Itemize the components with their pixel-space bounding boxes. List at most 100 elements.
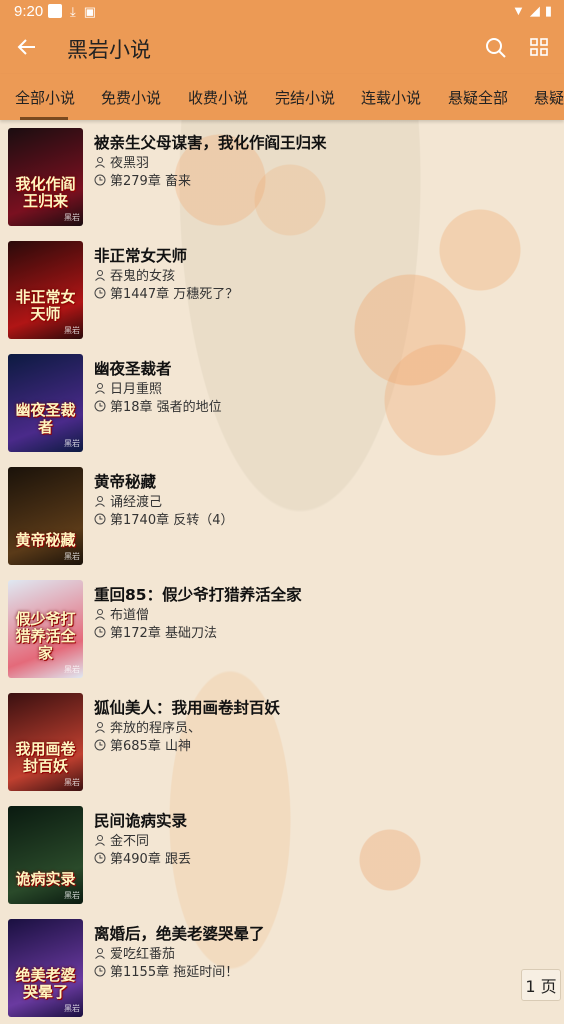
author-row: 金不同	[94, 830, 149, 849]
book-title: 非正常女天师	[94, 247, 188, 265]
author-row: 吞鬼的女孩	[94, 265, 175, 284]
tab-serializing[interactable]: 连载小说	[361, 87, 421, 108]
publisher-logo: 黑岩	[64, 326, 80, 335]
book-author: 金不同	[110, 834, 150, 849]
search-icon	[486, 38, 506, 58]
book-title: 重回85：假少爷打猎养活全家	[94, 586, 302, 604]
app-bar: 黑岩小说	[0, 24, 564, 74]
person-icon	[95, 947, 105, 959]
publisher-logo: 黑岩	[64, 213, 80, 222]
tab-mystery-completed[interactable]: 悬疑完	[534, 87, 564, 108]
person-icon	[95, 608, 105, 620]
person-icon	[95, 834, 105, 846]
clock-icon	[94, 852, 106, 863]
book-title: 民间诡病实录	[94, 812, 188, 830]
signal-icon: ◢	[529, 3, 540, 18]
tab-mystery-all[interactable]: 悬疑全部	[448, 87, 508, 108]
clock-icon	[94, 965, 106, 976]
chapter-row: 第1155章 拖延时间！	[94, 961, 238, 980]
publisher-logo: 黑岩	[64, 778, 80, 787]
chapter-row: 第18章 强者的地位	[94, 396, 222, 415]
book-title: 幽夜圣裁者	[94, 360, 172, 378]
book-cover: 绝美老婆哭晕了 黑岩	[8, 919, 83, 1017]
latest-chapter: 第1155章 拖延时间！	[110, 965, 239, 980]
book-author: 夜黑羽	[110, 156, 150, 171]
author-row: 诵经渡己	[94, 491, 162, 510]
book-title: 黄帝秘藏	[94, 473, 157, 491]
book-cover: 幽夜圣裁者 黑岩	[8, 354, 83, 452]
book-cover: 诡病实录 黑岩	[8, 806, 83, 904]
book-title: 狐仙美人：我用画卷封百妖	[94, 699, 281, 717]
download-icon: ⤓	[70, 4, 76, 19]
person-icon	[95, 382, 105, 394]
book-item[interactable]: 黄帝秘藏 黑岩 黄帝秘藏 诵经渡己 第1740章 反转（4）	[0, 459, 564, 572]
cover-text: 黄帝秘藏	[15, 531, 76, 549]
cover-text: 我用画卷封百妖	[15, 740, 76, 775]
cover-text: 幽夜圣裁者	[15, 401, 76, 436]
tab-all[interactable]: 全部小说	[15, 87, 75, 108]
status-bar: 9:20 ⤓ ▣ ▼ ◢ ▮	[0, 0, 564, 24]
book-author: 奔放的程序员、	[110, 721, 202, 736]
clock-icon	[94, 739, 106, 750]
tab-indicator	[20, 117, 68, 120]
book-title: 被亲生父母谋害，我化作阎王归来	[94, 134, 327, 152]
publisher-logo: 黑岩	[64, 552, 80, 561]
cover-text: 非正常女天师	[15, 288, 76, 323]
book-author: 诵经渡己	[110, 495, 163, 510]
chapter-row: 第172章 基础刀法	[94, 622, 217, 641]
book-cover: 非正常女天师 黑岩	[8, 241, 83, 339]
wifi-icon: ▼	[511, 3, 525, 18]
book-author: 爱吃红番茄	[110, 947, 176, 962]
person-icon	[95, 156, 105, 168]
book-author: 布道僧	[110, 608, 150, 623]
book-item[interactable]: 我用画卷封百妖 黑岩 狐仙美人：我用画卷封百妖 奔放的程序员、 第685章 山神	[0, 685, 564, 798]
latest-chapter: 第685章 山神	[110, 739, 191, 754]
chapter-row: 第279章 畜来	[94, 170, 191, 189]
tab-paid[interactable]: 收费小说	[188, 87, 248, 108]
book-item[interactable]: 我化作阎王归来 黑岩 被亲生父母谋害，我化作阎王归来 夜黑羽 第279章 畜来	[0, 120, 564, 233]
person-icon	[95, 269, 105, 281]
book-author: 吞鬼的女孩	[110, 269, 176, 284]
clock-icon	[94, 513, 106, 524]
book-item[interactable]: 诡病实录 黑岩 民间诡病实录 金不同 第490章 跟丢	[0, 798, 564, 911]
publisher-logo: 黑岩	[64, 891, 80, 900]
back-button[interactable]	[14, 34, 40, 60]
tab-completed[interactable]: 完结小说	[275, 87, 335, 108]
cover-text: 假少爷打猎养活全家	[15, 610, 76, 662]
book-author: 日月重照	[110, 382, 163, 397]
author-row: 日月重照	[94, 378, 162, 397]
publisher-logo: 黑岩	[64, 439, 80, 448]
book-item[interactable]: 假少爷打猎养活全家 黑岩 重回85：假少爷打猎养活全家 布道僧 第172章 基础…	[0, 572, 564, 685]
status-time: 9:20	[14, 3, 44, 20]
chapter-row: 第685章 山神	[94, 735, 191, 754]
clock-icon	[94, 174, 106, 185]
latest-chapter: 第1740章 反转（4）	[110, 513, 234, 528]
latest-chapter: 第172章 基础刀法	[110, 626, 217, 641]
book-cover: 黄帝秘藏 黑岩	[8, 467, 83, 565]
book-cover: 我化作阎王归来 黑岩	[8, 128, 83, 226]
book-item[interactable]: 幽夜圣裁者 黑岩 幽夜圣裁者 日月重照 第18章 强者的地位	[0, 346, 564, 459]
grid-view-button[interactable]	[530, 38, 550, 58]
author-row: 爱吃红番茄	[94, 943, 175, 962]
tab-free[interactable]: 免费小说	[101, 87, 161, 108]
book-cover: 我用画卷封百妖 黑岩	[8, 693, 83, 791]
latest-chapter: 第1447章 万穗死了？	[110, 287, 239, 302]
publisher-logo: 黑岩	[64, 1004, 80, 1013]
latest-chapter: 第490章 跟丢	[110, 852, 191, 867]
book-item[interactable]: 绝美老婆哭晕了 黑岩 离婚后，绝美老婆哭晕了 爱吃红番茄 第1155章 拖延时间…	[0, 911, 564, 1024]
search-button[interactable]	[484, 36, 508, 60]
page-indicator[interactable]: 1 页	[521, 969, 561, 1001]
person-icon	[95, 721, 105, 733]
latest-chapter: 第279章 畜来	[110, 174, 191, 189]
publisher-logo: 黑岩	[64, 665, 80, 674]
clock-icon	[94, 626, 106, 637]
book-item[interactable]: 非正常女天师 黑岩 非正常女天师 吞鬼的女孩 第1447章 万穗死了？	[0, 233, 564, 346]
author-row: 夜黑羽	[94, 152, 149, 171]
clock-icon	[94, 287, 106, 298]
app-icon: ▣	[83, 4, 97, 19]
battery-icon: ▮	[544, 3, 552, 18]
book-cover: 假少爷打猎养活全家 黑岩	[8, 580, 83, 678]
clock-icon	[94, 400, 106, 411]
page-title: 黑岩小说	[67, 38, 151, 62]
chapter-row: 第490章 跟丢	[94, 848, 191, 867]
